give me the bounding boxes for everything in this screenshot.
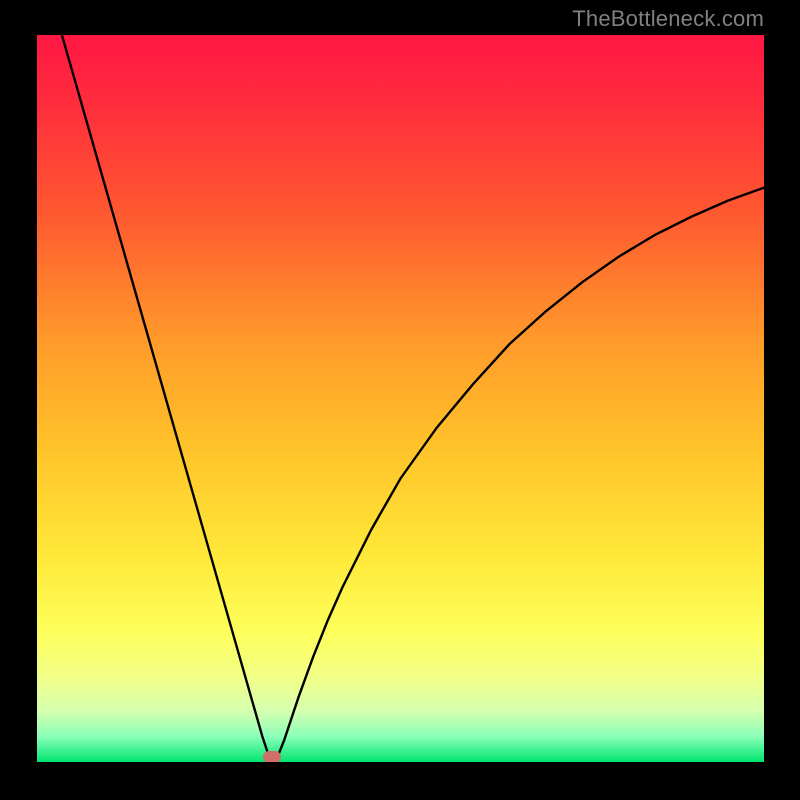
bottleneck-curve (52, 35, 764, 758)
watermark-text: TheBottleneck.com (572, 6, 764, 32)
minimum-marker (263, 751, 281, 762)
chart-frame: TheBottleneck.com (0, 0, 800, 800)
curve-layer (37, 35, 764, 762)
plot-area (37, 35, 764, 762)
